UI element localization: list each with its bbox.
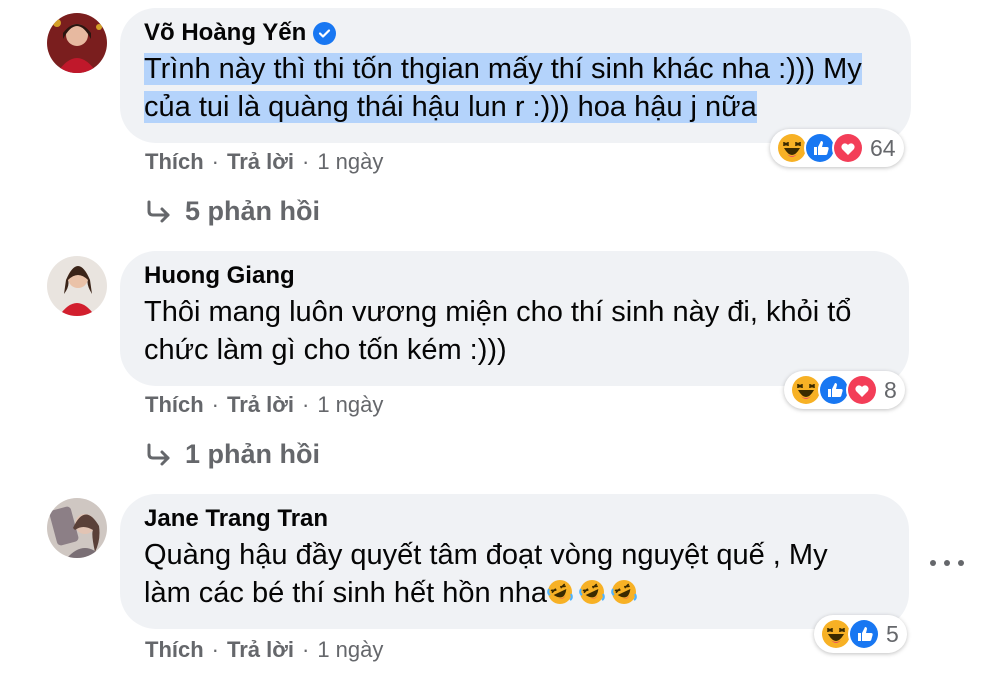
- rofl-emoji-icon: [611, 579, 638, 605]
- replies-count-label[interactable]: 5 phản hồi: [185, 196, 320, 227]
- love-icon: [832, 132, 864, 164]
- reply-arrow-icon: [147, 443, 170, 465]
- separator-dot: ·: [302, 637, 310, 662]
- comment-text-line: Quàng hậu đầy quyết tâm đoạt vòng nguyệt…: [144, 539, 828, 571]
- comment-text-line: của tui là quàng thái hậu lun r :))) hoa…: [144, 91, 757, 123]
- avatar[interactable]: [47, 498, 107, 558]
- reaction-count: 5: [886, 620, 899, 647]
- reply-button[interactable]: Trả lời: [227, 637, 294, 663]
- comment-actions: Thích · Trả lời · 1 ngày: [145, 392, 383, 418]
- like-icon: [848, 618, 880, 650]
- reaction-summary[interactable]: 8: [784, 371, 905, 409]
- author-name[interactable]: Võ Hoàng Yến: [144, 18, 306, 48]
- reaction-count: 64: [870, 134, 896, 161]
- like-button[interactable]: Thích: [145, 392, 204, 418]
- reply-arrow-icon: [147, 200, 170, 222]
- verified-badge-icon: [313, 21, 337, 45]
- comment-actions: Thích · Trả lời · 1 ngày: [145, 637, 383, 663]
- comment-actions: Thích · Trả lời · 1 ngày: [145, 149, 383, 175]
- comment-text: Trình này thì thi tốn thgian mấy thí sin…: [144, 50, 883, 126]
- comment-text-line: Trình này thì thi tốn thgian mấy thí sin…: [144, 53, 862, 85]
- separator-dot: ·: [211, 149, 219, 174]
- comment-text-line: Thôi mang luôn vương miện cho thí sinh n…: [144, 296, 852, 328]
- separator-dot: ·: [302, 149, 310, 174]
- reaction-count: 8: [884, 376, 897, 403]
- reaction-summary[interactable]: 5: [814, 615, 907, 653]
- rofl-emoji-icon: [579, 579, 606, 605]
- replies-count-label[interactable]: 1 phản hồi: [185, 439, 320, 470]
- like-button[interactable]: Thích: [145, 637, 204, 663]
- comment-text-line: làm các bé thí sinh hết hồn nha: [144, 577, 548, 609]
- comment-author[interactable]: Võ Hoàng Yến: [144, 18, 883, 48]
- reaction-summary[interactable]: 64: [770, 129, 904, 167]
- comment-text: Thôi mang luôn vương miện cho thí sinh n…: [144, 293, 881, 369]
- view-replies-button[interactable]: 1 phản hồi: [145, 439, 320, 470]
- rofl-emoji-icon: [547, 579, 574, 605]
- love-icon: [846, 374, 878, 406]
- comment-author[interactable]: Jane Trang Tran: [144, 504, 881, 534]
- avatar[interactable]: [47, 13, 107, 73]
- more-options-icon[interactable]: [930, 548, 964, 578]
- separator-dot: ·: [211, 637, 219, 662]
- comment-bubble: Võ Hoàng Yến Trình này thì thi tốn thgia…: [120, 8, 911, 143]
- timestamp[interactable]: 1 ngày: [317, 149, 383, 175]
- separator-dot: ·: [302, 392, 310, 417]
- comment-bubble: Huong Giang Thôi mang luôn vương miện ch…: [120, 251, 909, 386]
- like-button[interactable]: Thích: [145, 149, 204, 175]
- timestamp[interactable]: 1 ngày: [317, 637, 383, 663]
- comment-bubble: Jane Trang Tran Quàng hậu đầy quyết tâm …: [120, 494, 909, 629]
- timestamp[interactable]: 1 ngày: [317, 392, 383, 418]
- comment-author[interactable]: Huong Giang: [144, 261, 881, 291]
- comment-text: Quàng hậu đầy quyết tâm đoạt vòng nguyệt…: [144, 536, 881, 612]
- author-name[interactable]: Huong Giang: [144, 261, 295, 291]
- avatar[interactable]: [47, 256, 107, 316]
- view-replies-button[interactable]: 5 phản hồi: [145, 196, 320, 227]
- reply-button[interactable]: Trả lời: [227, 149, 294, 175]
- reply-button[interactable]: Trả lời: [227, 392, 294, 418]
- comment-text-line: chức làm gì cho tốn kém :))): [144, 334, 507, 366]
- separator-dot: ·: [211, 392, 219, 417]
- author-name[interactable]: Jane Trang Tran: [144, 504, 328, 534]
